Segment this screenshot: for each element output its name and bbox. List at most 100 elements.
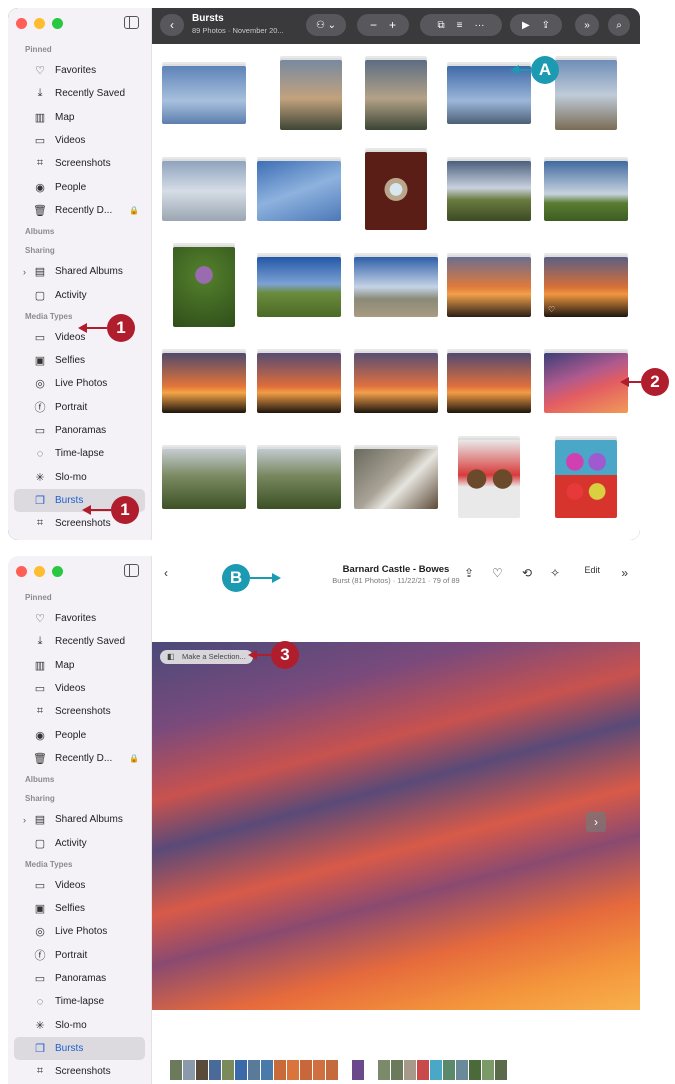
burst-filmstrip[interactable] xyxy=(170,1060,507,1080)
sidebar-item-time-lapse[interactable]: ◌ Time-lapse xyxy=(8,442,151,465)
sidebar-toggle-icon[interactable] xyxy=(124,564,139,577)
filmstrip-thumb[interactable] xyxy=(391,1060,403,1080)
expand-toolbar-button[interactable]: » xyxy=(575,14,599,36)
back-button[interactable]: ‹ xyxy=(160,14,184,36)
expand-toolbar-button[interactable]: » xyxy=(621,566,628,580)
grid-photo[interactable] xyxy=(257,154,341,228)
filmstrip-thumb[interactable] xyxy=(287,1060,299,1080)
sidebar-item-live-photos[interactable]: ◎ Live Photos xyxy=(8,372,151,395)
sidebar-item-time-lapse[interactable]: ◌ Time-lapse xyxy=(8,990,151,1013)
grid-photo[interactable] xyxy=(447,440,531,518)
sidebar-item-activity[interactable]: ▢ Activity xyxy=(8,283,151,306)
search-icon[interactable]: ⌕ xyxy=(608,14,630,36)
filmstrip-thumb[interactable] xyxy=(495,1060,507,1080)
sidebar-item-people[interactable]: ◉ People xyxy=(8,175,151,198)
filmstrip-thumb[interactable] xyxy=(326,1060,338,1080)
filmstrip-thumb[interactable] xyxy=(443,1060,455,1080)
sidebar-toggle-icon[interactable] xyxy=(124,16,139,29)
sidebar-item-shared-albums[interactable]: › ▤ Shared Albums xyxy=(8,260,151,283)
section-sharing[interactable]: Sharing xyxy=(8,789,151,808)
sidebar-item-portrait[interactable]: ⓕ Portrait xyxy=(8,944,151,967)
filmstrip-thumb[interactable] xyxy=(417,1060,429,1080)
grid-photo[interactable] xyxy=(257,250,341,324)
sidebar-item-activity[interactable]: ▢ Activity xyxy=(8,831,151,854)
filmstrip-thumb[interactable] xyxy=(183,1060,195,1080)
sidebar-item-videos-media[interactable]: ▭ Videos xyxy=(8,874,151,897)
sidebar-item-recently-deleted[interactable]: 🗑 Recently D... 🔒 xyxy=(8,747,151,770)
sidebar-item-panoramas[interactable]: ▭ Panoramas xyxy=(8,419,151,442)
grid-photo[interactable] xyxy=(354,58,438,132)
filmstrip-thumb[interactable] xyxy=(430,1060,442,1080)
people-filter-button[interactable]: ⚇ ⌄ xyxy=(306,14,346,36)
filmstrip-thumb[interactable] xyxy=(313,1060,325,1080)
chevron-right-icon[interactable]: › xyxy=(23,815,26,825)
grid-photo[interactable] xyxy=(162,247,246,327)
sidebar-item-videos[interactable]: ▭ Videos xyxy=(8,129,151,152)
filmstrip-thumb[interactable] xyxy=(482,1060,494,1080)
grid-photo[interactable] xyxy=(162,58,246,132)
grid-photo[interactable] xyxy=(544,346,628,420)
grid-photo[interactable] xyxy=(447,250,531,324)
sidebar-item-selfies[interactable]: ▣ Selfies xyxy=(8,897,151,920)
sidebar-item-favorites[interactable]: ♡ Favorites xyxy=(8,59,151,82)
sidebar-item-videos[interactable]: ▭ Videos xyxy=(8,677,151,700)
more-icon[interactable]: ··· xyxy=(474,20,484,31)
grid-photo[interactable] xyxy=(447,154,531,228)
minimize-window-button[interactable] xyxy=(34,566,45,577)
share-icon[interactable]: ⇪ xyxy=(542,20,550,31)
sidebar-item-bursts[interactable]: ❐ Bursts xyxy=(14,1036,145,1061)
sidebar-item-map[interactable]: ▥ Map xyxy=(8,106,151,129)
sidebar-item-recently-saved[interactable]: ⤓ Recently Saved xyxy=(8,630,151,653)
grid-photo[interactable] xyxy=(269,58,353,132)
sidebar-item-screenshots[interactable]: ⌗ Screenshots xyxy=(8,700,151,723)
grid-photo[interactable] xyxy=(544,440,628,518)
filmstrip-thumb[interactable] xyxy=(274,1060,286,1080)
filmstrip-thumb[interactable] xyxy=(261,1060,273,1080)
filter-icon[interactable]: ≡ xyxy=(457,20,463,31)
filmstrip-thumb-selected[interactable] xyxy=(352,1060,364,1080)
sidebar-item-slo-mo[interactable]: ✳ Slo-mo xyxy=(8,465,151,488)
grid-photo[interactable] xyxy=(354,152,438,230)
zoom-out-button[interactable]: − xyxy=(370,18,377,32)
section-sharing[interactable]: Sharing xyxy=(8,241,151,260)
next-photo-button[interactable]: › xyxy=(586,812,606,832)
close-window-button[interactable] xyxy=(16,18,27,29)
sidebar-item-map[interactable]: ▥ Map xyxy=(8,654,151,677)
close-window-button[interactable] xyxy=(16,566,27,577)
favorite-heart-icon[interactable]: ♡ xyxy=(492,566,503,580)
sidebar-item-slo-mo[interactable]: ✳ Slo-mo xyxy=(8,1013,151,1036)
grid-photo[interactable]: ♡ xyxy=(544,250,628,324)
sidebar-item-recently-saved[interactable]: ⤓ Recently Saved xyxy=(8,82,151,105)
sidebar-item-live-photos[interactable]: ◎ Live Photos xyxy=(8,920,151,943)
filmstrip-thumb[interactable] xyxy=(196,1060,208,1080)
grid-photo[interactable] xyxy=(257,346,341,420)
section-albums[interactable]: Albums xyxy=(8,770,151,789)
zoom-window-button[interactable] xyxy=(52,566,63,577)
duplicate-icon[interactable]: ⧉ xyxy=(438,20,445,31)
zoom-window-button[interactable] xyxy=(52,18,63,29)
sidebar-item-people[interactable]: ◉ People xyxy=(8,723,151,746)
filmstrip-thumb[interactable] xyxy=(170,1060,182,1080)
sidebar-item-selfies[interactable]: ▣ Selfies xyxy=(8,349,151,372)
sidebar-item-panoramas[interactable]: ▭ Panoramas xyxy=(8,967,151,990)
filmstrip-thumb[interactable] xyxy=(222,1060,234,1080)
filmstrip-thumb[interactable] xyxy=(209,1060,221,1080)
filmstrip-thumb[interactable] xyxy=(404,1060,416,1080)
enhance-wand-icon[interactable]: ✧ xyxy=(550,566,560,580)
rotate-icon[interactable]: ⟲ xyxy=(522,566,532,580)
sidebar-item-shared-albums[interactable]: › ▤ Shared Albums xyxy=(8,808,151,831)
filmstrip-thumb[interactable] xyxy=(378,1060,390,1080)
filmstrip-thumb[interactable] xyxy=(469,1060,481,1080)
minimize-window-button[interactable] xyxy=(34,18,45,29)
edit-button[interactable]: Edit xyxy=(584,565,600,575)
grid-photo[interactable] xyxy=(162,346,246,420)
sidebar-item-favorites[interactable]: ♡ Favorites xyxy=(8,607,151,630)
grid-photo[interactable] xyxy=(354,250,438,324)
filmstrip-thumb[interactable] xyxy=(248,1060,260,1080)
grid-photo[interactable] xyxy=(544,154,628,228)
grid-photo[interactable] xyxy=(447,346,531,420)
sidebar-item-screenshots-media[interactable]: ⌗ Screenshots xyxy=(8,1060,151,1083)
sidebar-item-screenshots[interactable]: ⌗ Screenshots xyxy=(8,152,151,175)
section-albums[interactable]: Albums xyxy=(8,222,151,241)
grid-photo[interactable] xyxy=(162,154,246,228)
